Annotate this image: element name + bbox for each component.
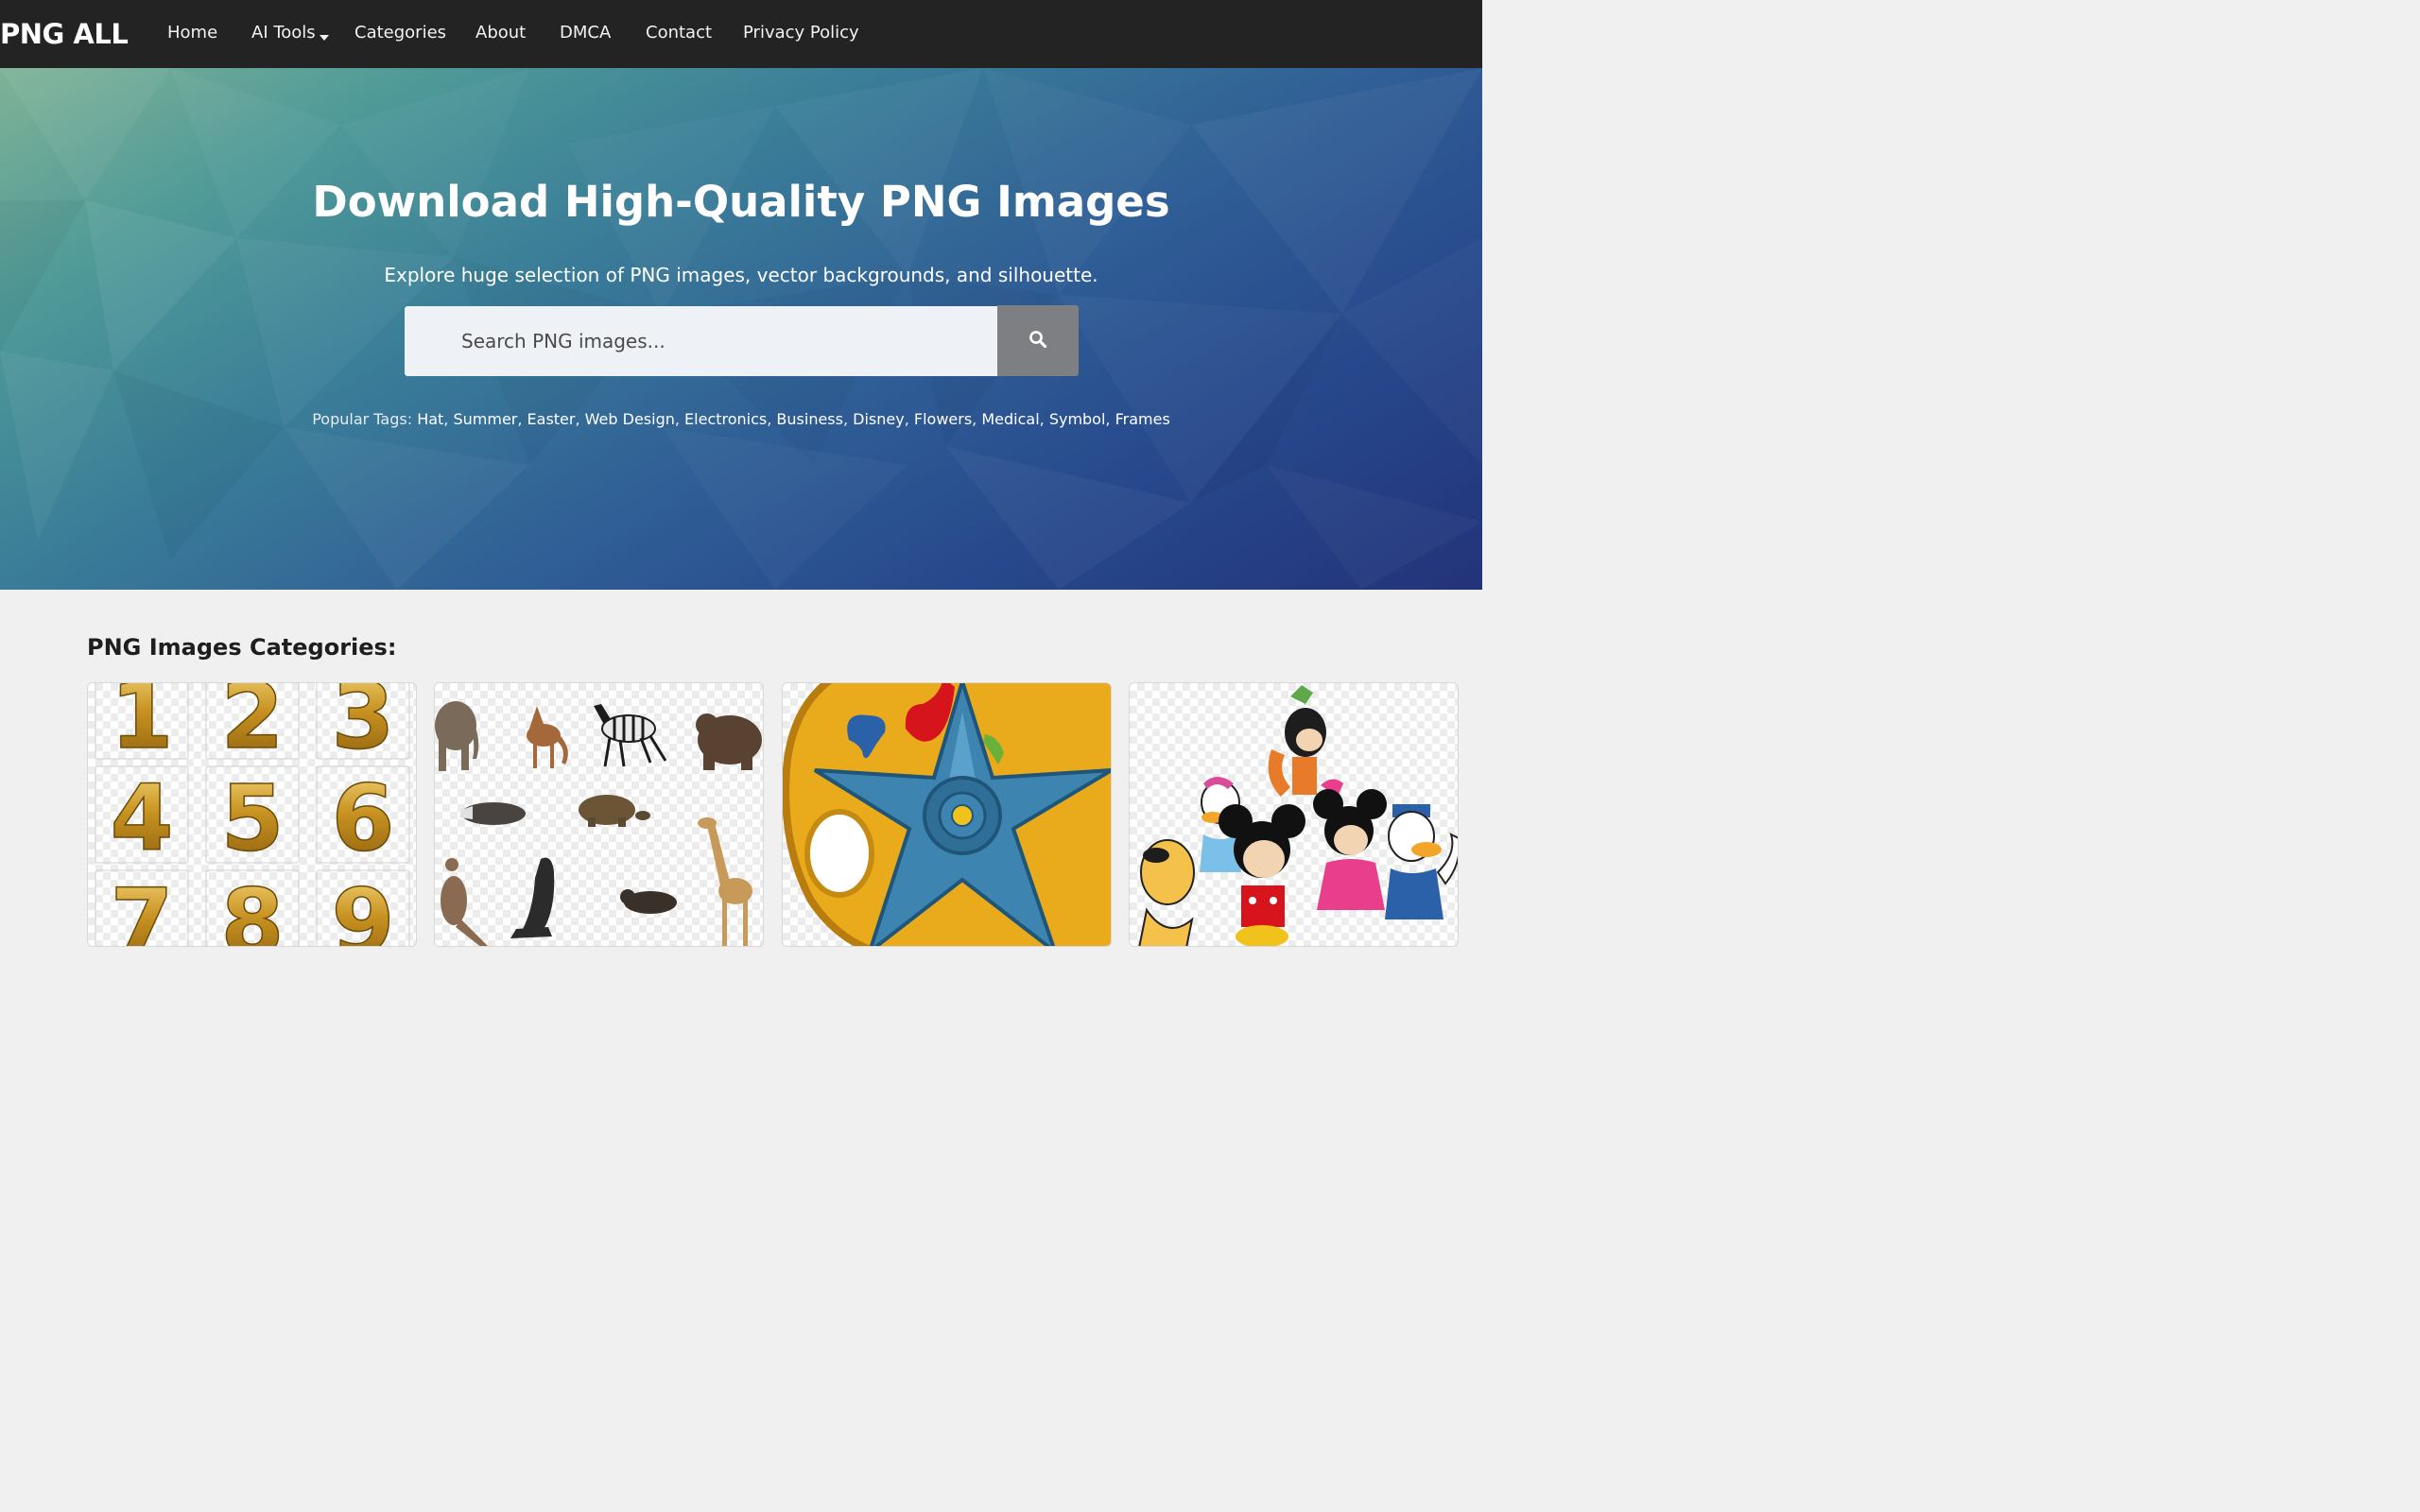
zebra-shape xyxy=(594,704,667,767)
elephant-shape xyxy=(435,701,479,771)
golden-numbers-thumbnail: 1 2 3 4 5 6 7 8 9 xyxy=(95,683,410,947)
tag-link[interactable]: Flowers xyxy=(914,410,972,428)
nav-ai-tools-label: AI Tools xyxy=(251,23,316,43)
fox-shape xyxy=(527,706,568,768)
pluto-figure xyxy=(1138,839,1195,946)
animals-thumbnail xyxy=(435,701,762,946)
category-card-cartoons[interactable] xyxy=(1129,682,1459,947)
hero-banner: Download High-Quality PNG Images Explore… xyxy=(0,68,1482,590)
tag-link[interactable]: Easter xyxy=(527,410,576,428)
popular-tags: Popular Tags: Hat, Summer, Easter, Web D… xyxy=(312,410,1170,428)
digit-mark: 9 xyxy=(332,869,395,947)
bear-shape xyxy=(696,713,762,770)
tag-link[interactable]: Electronics xyxy=(684,410,767,428)
kangaroo-shape xyxy=(441,858,488,946)
category-card-symbols[interactable] xyxy=(782,682,1112,947)
nav-home[interactable]: Home xyxy=(167,21,217,45)
tag-link[interactable]: Disney xyxy=(853,410,905,428)
nav-contact[interactable]: Contact xyxy=(646,21,712,45)
badger-shape xyxy=(459,802,526,825)
category-card-animals[interactable] xyxy=(434,682,764,947)
tag-link[interactable]: Summer xyxy=(453,410,517,428)
hero-title: Download High-Quality PNG Images xyxy=(312,177,1170,227)
search-icon xyxy=(1029,331,1047,349)
goofy-figure xyxy=(1268,685,1326,797)
caret-down-icon xyxy=(319,35,329,41)
search-input[interactable] xyxy=(405,306,997,376)
nav-privacy-policy[interactable]: Privacy Policy xyxy=(743,21,859,45)
digit-mark: 5 xyxy=(221,765,285,871)
digit-mark: 1 xyxy=(111,683,174,769)
minnie-figure xyxy=(1313,779,1387,910)
top-navbar: PNG ALL Home AI Tools Categories About D… xyxy=(0,0,1482,68)
tag-link[interactable]: Symbol xyxy=(1049,410,1106,428)
digit-mark: 3 xyxy=(332,683,395,769)
tag-link[interactable]: Hat xyxy=(417,410,443,428)
site-logo[interactable]: PNG ALL xyxy=(0,16,129,52)
otter-shape xyxy=(620,889,677,914)
nav-ai-tools[interactable]: AI Tools xyxy=(251,21,329,45)
digit-mark: 2 xyxy=(221,683,285,769)
categories-heading: PNG Images Categories: xyxy=(87,634,397,661)
tag-link[interactable]: Business xyxy=(776,410,843,428)
digit-mark: 8 xyxy=(221,869,285,947)
tag-link[interactable]: Web Design xyxy=(585,410,675,428)
mickey-figure xyxy=(1219,804,1305,946)
digit-mark: 7 xyxy=(111,869,174,947)
hero-subtitle: Explore huge selection of PNG images, ve… xyxy=(384,264,1098,286)
search-button[interactable] xyxy=(997,305,1079,376)
digit-mark: 6 xyxy=(332,765,395,871)
cartoon-characters-thumbnail xyxy=(1138,685,1458,946)
tag-link[interactable]: Medical xyxy=(981,410,1039,428)
giraffe-shape xyxy=(698,817,752,946)
nav-about[interactable]: About xyxy=(475,21,526,45)
category-card-numbers[interactable]: 1 2 3 4 5 6 7 8 9 xyxy=(87,682,417,947)
nav-categories[interactable]: Categories xyxy=(354,21,446,45)
sea-lion-shape xyxy=(510,857,555,938)
barnstar-palette-thumbnail xyxy=(783,683,1111,946)
popular-tags-label: Popular Tags: xyxy=(312,410,413,428)
tortoise-shape xyxy=(579,795,650,827)
tag-link[interactable]: Frames xyxy=(1115,410,1170,428)
digit-mark: 4 xyxy=(111,765,174,871)
donald-figure xyxy=(1385,804,1458,919)
nav-dmca[interactable]: DMCA xyxy=(560,21,611,45)
